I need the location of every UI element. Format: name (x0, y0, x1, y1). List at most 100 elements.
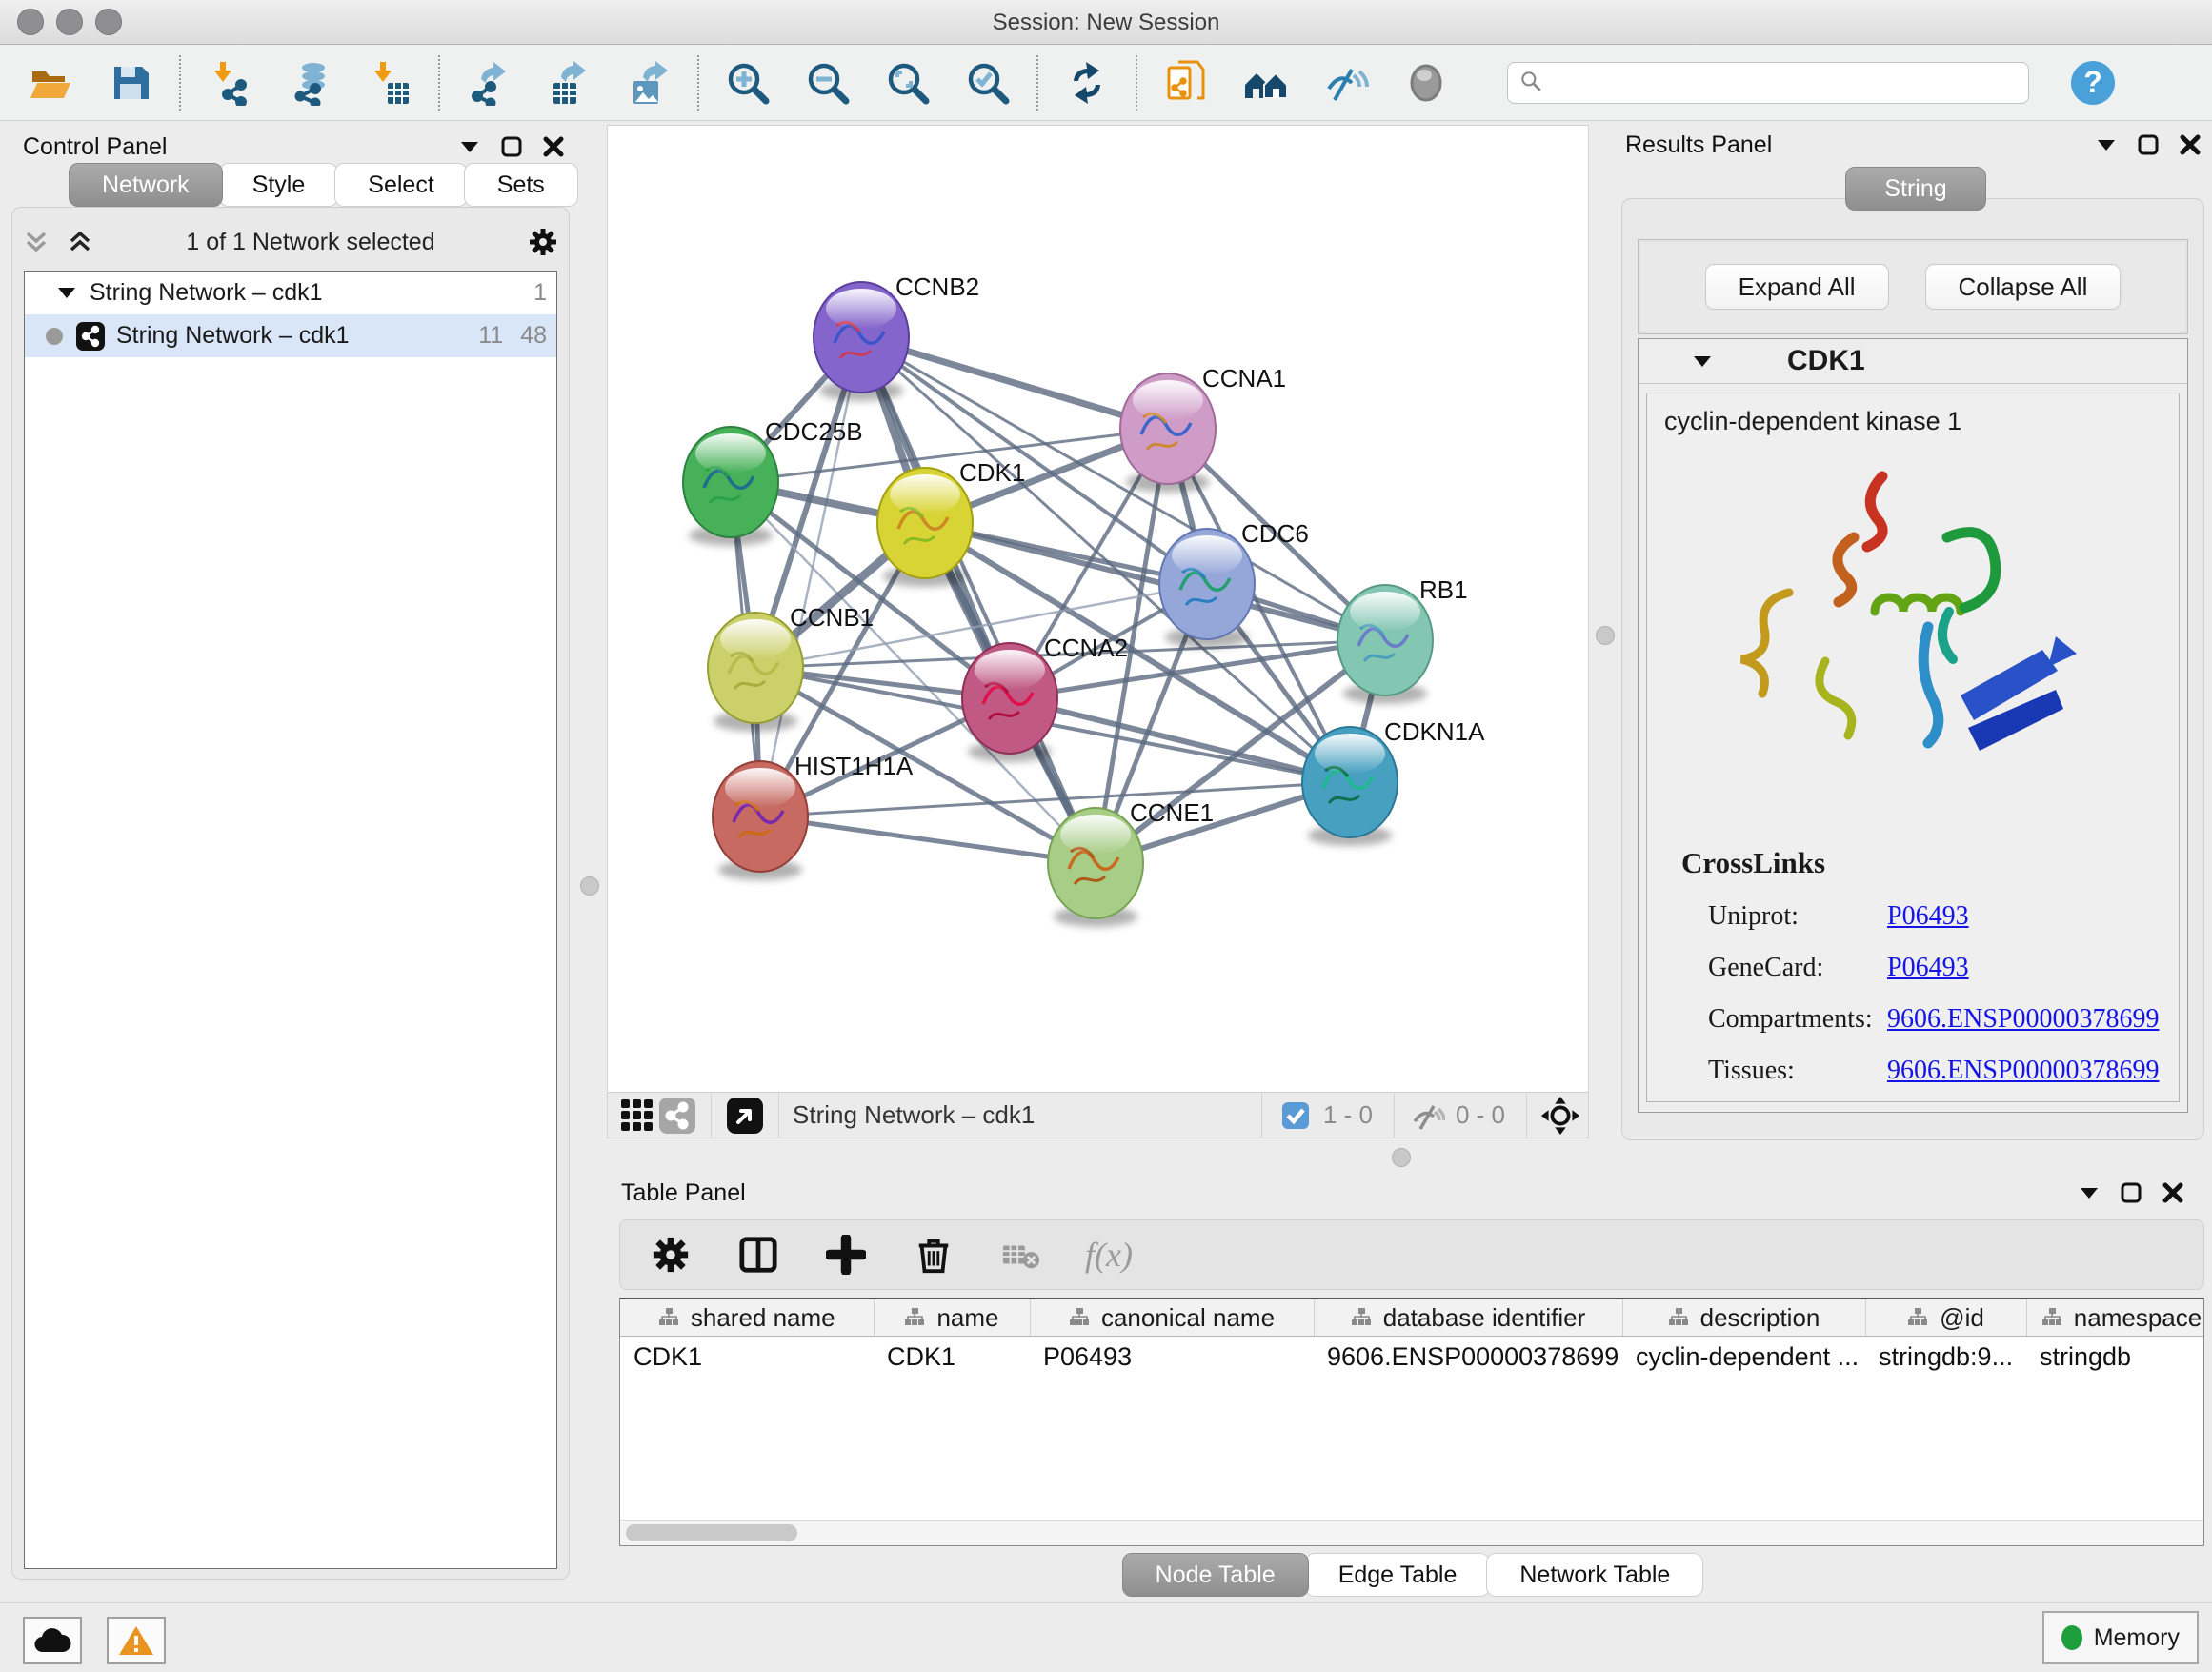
add-column-icon[interactable] (822, 1231, 870, 1279)
help-icon[interactable]: ? (2071, 61, 2115, 105)
node-HIST1H1A[interactable] (713, 761, 808, 880)
column-header-name[interactable]: name (874, 1299, 1030, 1337)
edge-CCNB2-CCNE1[interactable] (861, 337, 1096, 863)
share-view-icon[interactable] (657, 1096, 697, 1136)
expand-all-icon[interactable] (66, 228, 94, 256)
node-CCNB1[interactable] (708, 613, 803, 732)
crosslink-label: GeneCard: (1708, 953, 1887, 983)
crosslink-link[interactable]: P06493 (1887, 901, 1969, 932)
lens-icon[interactable] (1402, 59, 1450, 107)
hide-panel-icon[interactable] (1322, 59, 1370, 107)
column-header-@id[interactable]: @id (1865, 1299, 2026, 1337)
column-header-shared-name[interactable]: shared name (620, 1299, 874, 1337)
network-canvas[interactable]: CCNB2CCNA1CDC25BCDK1CDC6RB1CCNB1CCNA2CDK… (608, 126, 1588, 1093)
tab-network-table[interactable]: Network Table (1486, 1553, 1703, 1597)
column-header-database-identifier[interactable]: database identifier (1314, 1299, 1622, 1337)
zoom-fit-icon[interactable] (884, 59, 932, 107)
tab-string[interactable]: String (1845, 167, 1985, 211)
right-splitter-handle[interactable] (1596, 626, 1615, 645)
tab-network[interactable]: Network (69, 163, 223, 207)
open-session-icon[interactable] (27, 59, 74, 107)
table-cell[interactable]: CDK1 (620, 1337, 874, 1378)
edge-HIST1H1A-CCNE1[interactable] (760, 816, 1096, 863)
close-panel-icon[interactable] (2162, 1182, 2183, 1203)
expand-all-button[interactable]: Expand All (1705, 264, 1889, 310)
node-CCNA1[interactable] (1120, 373, 1216, 493)
node-CDC25B[interactable] (683, 427, 778, 546)
node-table[interactable]: shared namenamecanonical namedatabase id… (619, 1298, 2204, 1546)
export-table-icon[interactable] (545, 59, 593, 107)
import-network-file-icon[interactable] (206, 59, 253, 107)
table-cell[interactable]: 9606.ENSP00000378699 (1314, 1337, 1622, 1378)
crosslink-link[interactable]: 9606.ENSP00000378699 (1887, 1004, 2159, 1035)
function-builder-icon[interactable]: f(x) (1085, 1235, 1133, 1275)
node-CDKN1A[interactable] (1302, 727, 1398, 846)
table-cell[interactable]: stringdb:9... (1865, 1337, 2026, 1378)
tab-select[interactable]: Select (334, 163, 467, 207)
columns-icon[interactable] (734, 1231, 782, 1279)
network-tree-row[interactable]: String Network – cdk11 (25, 272, 556, 314)
horizontal-scrollbar[interactable] (620, 1520, 2203, 1545)
annotation-arrow-icon[interactable] (725, 1096, 765, 1136)
collapse-all-button[interactable]: Collapse All (1925, 264, 2122, 310)
network-view-panel[interactable]: CCNB2CCNA1CDC25BCDK1CDC6RB1CCNB1CCNA2CDK… (607, 125, 1589, 1138)
close-panel-icon[interactable] (543, 136, 564, 157)
edge-CCNB2-HIST1H1A[interactable] (760, 337, 861, 816)
tab-edge-table[interactable]: Edge Table (1305, 1553, 1491, 1597)
panel-menu-arrow-icon[interactable] (459, 140, 480, 153)
left-splitter-handle[interactable] (580, 876, 599, 896)
hidden-eye-slash-icon[interactable] (1408, 1096, 1448, 1136)
memory-button[interactable]: Memory (2042, 1611, 2199, 1664)
collapse-all-icon[interactable] (22, 228, 50, 256)
column-header-canonical-name[interactable]: canonical name (1030, 1299, 1314, 1337)
network-tree-row[interactable]: String Network – cdk11148 (25, 314, 556, 357)
selected-checkbox-icon[interactable] (1276, 1096, 1316, 1136)
grid-view-icon[interactable] (617, 1096, 657, 1136)
crosslink-link[interactable]: 9606.ENSP00000378699 (1887, 1056, 2159, 1086)
cloud-icon[interactable] (23, 1617, 82, 1664)
table-row[interactable]: CDK1CDK1P064939606.ENSP00000378699cyclin… (620, 1337, 2204, 1378)
table-cell[interactable]: CDK1 (874, 1337, 1030, 1378)
gear-icon[interactable] (527, 226, 559, 258)
delete-column-icon[interactable] (910, 1231, 957, 1279)
node-RB1[interactable] (1337, 585, 1433, 704)
close-panel-icon[interactable] (2180, 134, 2201, 155)
export-image-icon[interactable] (625, 59, 673, 107)
search-input[interactable] (1507, 62, 2029, 104)
home-icon[interactable] (1242, 59, 1290, 107)
tree-expander-icon[interactable] (57, 287, 76, 300)
collapse-gene-arrow-icon[interactable] (1692, 354, 1713, 368)
bottom-splitter-handle[interactable] (1392, 1148, 1411, 1167)
table-cell[interactable]: P06493 (1030, 1337, 1314, 1378)
tab-node-table[interactable]: Node Table (1122, 1553, 1309, 1597)
scrollbar-thumb[interactable] (626, 1524, 797, 1541)
zoom-out-icon[interactable] (804, 59, 852, 107)
gear-icon[interactable] (647, 1231, 694, 1279)
panel-menu-arrow-icon[interactable] (2079, 1186, 2100, 1199)
string-results-box: Expand All Collapse All CDK1 cyclin-depe… (1621, 198, 2204, 1140)
zoom-selected-icon[interactable] (964, 59, 1012, 107)
tab-style[interactable]: Style (219, 163, 339, 207)
zoom-in-icon[interactable] (724, 59, 772, 107)
table-cell[interactable]: stringdb (2026, 1337, 2204, 1378)
crosslink-link[interactable]: P06493 (1887, 953, 1969, 983)
float-panel-icon[interactable] (2138, 134, 2159, 155)
warning-icon[interactable] (107, 1617, 166, 1664)
column-header-description[interactable]: description (1622, 1299, 1865, 1337)
save-session-icon[interactable] (107, 59, 154, 107)
clone-network-icon[interactable] (1162, 59, 1210, 107)
import-network-database-icon[interactable] (286, 59, 333, 107)
node-CCNB2[interactable] (814, 282, 909, 401)
node-CCNE1[interactable] (1048, 808, 1143, 927)
column-header-namespace[interactable]: namespace (2026, 1299, 2204, 1337)
table-cell[interactable]: cyclin-dependent ... (1622, 1337, 1865, 1378)
panel-menu-arrow-icon[interactable] (2096, 138, 2117, 151)
birdseye-crosshair-icon[interactable] (1540, 1096, 1580, 1136)
float-panel-icon[interactable] (501, 136, 522, 157)
refresh-icon[interactable] (1063, 59, 1111, 107)
float-panel-icon[interactable] (2121, 1182, 2142, 1203)
export-network-icon[interactable] (465, 59, 513, 107)
tab-sets[interactable]: Sets (464, 163, 578, 207)
import-table-icon[interactable] (366, 59, 413, 107)
delete-table-icon[interactable] (997, 1231, 1045, 1279)
